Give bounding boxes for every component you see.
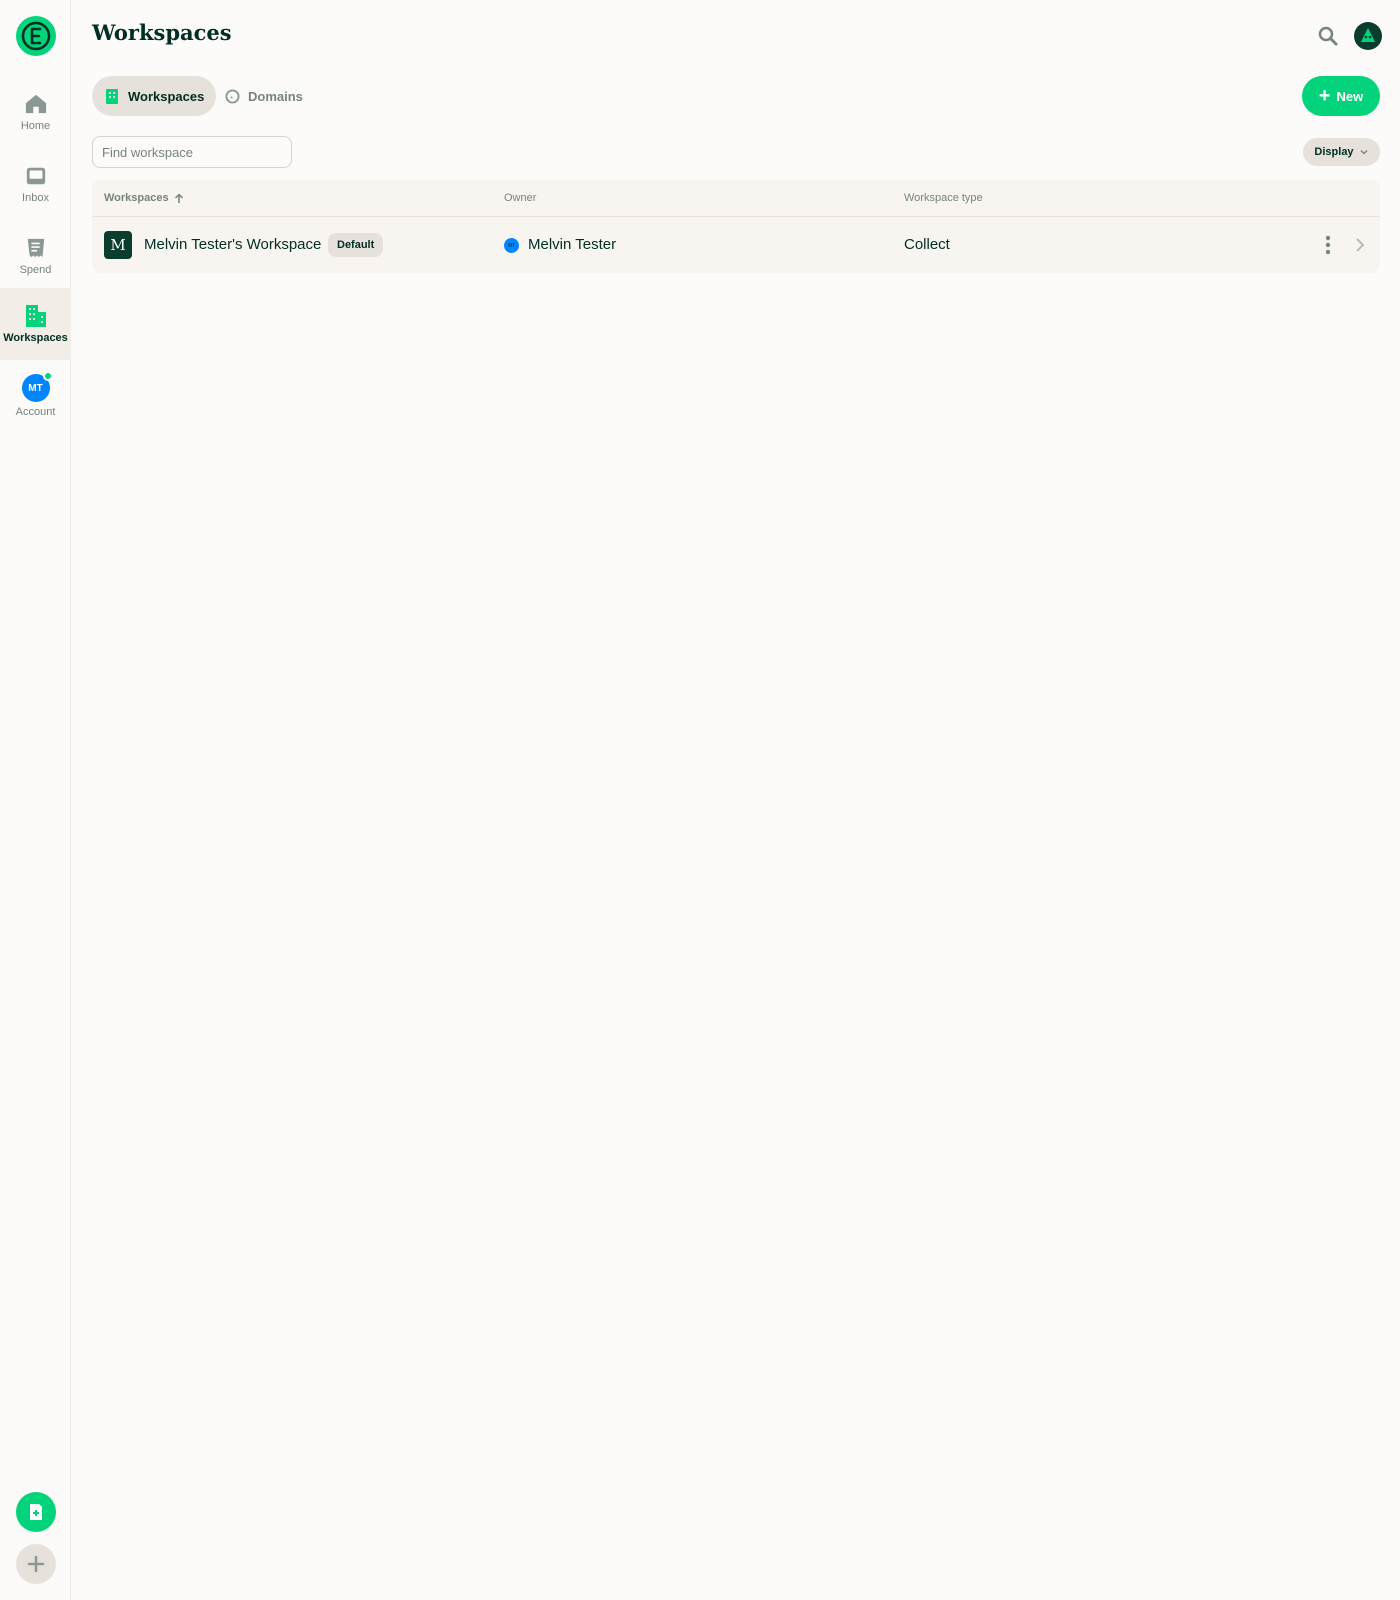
owner-avatar: MT xyxy=(504,238,519,253)
new-expense-fab-button[interactable] xyxy=(16,1492,56,1532)
sidebar-item-inbox[interactable]: Inbox xyxy=(0,148,71,220)
avatar-initials: MT xyxy=(28,382,43,394)
new-workspace-button[interactable]: + New xyxy=(1302,76,1380,116)
building-icon xyxy=(24,304,48,328)
tab-label: Domains xyxy=(248,88,303,104)
workspace-type: Collect xyxy=(904,236,950,253)
sidebar-item-label: Account xyxy=(15,406,56,418)
table-row[interactable]: M Melvin Tester's Workspace Default MT M… xyxy=(92,217,1380,273)
search-icon[interactable] xyxy=(1316,24,1340,48)
owner-avatar-initials: MT xyxy=(507,242,516,249)
default-badge: Default xyxy=(328,233,384,257)
sidebar-item-account[interactable]: MT Account xyxy=(0,360,71,432)
plus-icon: + xyxy=(1318,85,1331,107)
user-avatar[interactable] xyxy=(1354,22,1382,50)
display-button[interactable]: Display xyxy=(1303,138,1380,166)
find-workspace-input[interactable] xyxy=(92,136,292,168)
sidebar-item-home[interactable]: Home xyxy=(0,76,71,148)
page-title: Workspaces xyxy=(92,20,232,45)
workspaces-table: Workspaces Owner Workspace type M Melvin… xyxy=(92,180,1380,273)
receipt-plus-icon xyxy=(30,1504,42,1520)
plus-icon xyxy=(27,1555,45,1573)
tab-label: Workspaces xyxy=(128,88,205,104)
column-label: Workspaces xyxy=(104,192,169,204)
globe-icon xyxy=(224,88,240,104)
new-button-label: New xyxy=(1336,88,1364,104)
logo-mark-icon xyxy=(21,21,51,51)
sidebar: Home Inbox Spend Workspaces MT Account xyxy=(0,0,71,1600)
column-header-workspaces[interactable]: Workspaces xyxy=(104,192,184,204)
sidebar-item-label: Home xyxy=(20,120,51,132)
sidebar-item-spend[interactable]: Spend xyxy=(0,220,71,292)
create-button[interactable] xyxy=(16,1544,56,1584)
sidebar-item-label: Workspaces xyxy=(3,332,68,344)
building-icon xyxy=(104,88,120,104)
status-indicator xyxy=(42,371,53,381)
workspace-avatar: M xyxy=(104,231,132,259)
home-icon xyxy=(24,92,48,116)
chevron-right-icon[interactable] xyxy=(1348,233,1372,257)
inbox-icon xyxy=(24,164,48,188)
avatar-illustration-icon xyxy=(1361,28,1375,42)
owner-name: Melvin Tester xyxy=(528,236,617,253)
sidebar-item-workspaces[interactable]: Workspaces xyxy=(0,288,71,360)
workspace-name: Melvin Tester's Workspace xyxy=(144,236,322,253)
tab-domains[interactable]: Domains xyxy=(212,76,315,116)
receipt-icon xyxy=(24,236,48,260)
sidebar-item-label: Spend xyxy=(19,264,52,276)
column-header-workspace-type: Workspace type xyxy=(904,192,983,204)
sidebar-item-label: Inbox xyxy=(22,192,49,204)
chevron-down-icon xyxy=(1359,147,1369,157)
tab-workspaces[interactable]: Workspaces xyxy=(92,76,217,116)
column-header-owner: Owner xyxy=(504,192,537,204)
expensify-logo[interactable] xyxy=(16,16,56,56)
display-button-label: Display xyxy=(1314,146,1354,158)
sort-ascending-icon xyxy=(174,192,184,204)
more-options-icon[interactable] xyxy=(1316,233,1340,257)
avatar: MT xyxy=(21,371,53,402)
table-header: Workspaces Owner Workspace type xyxy=(92,180,1380,217)
